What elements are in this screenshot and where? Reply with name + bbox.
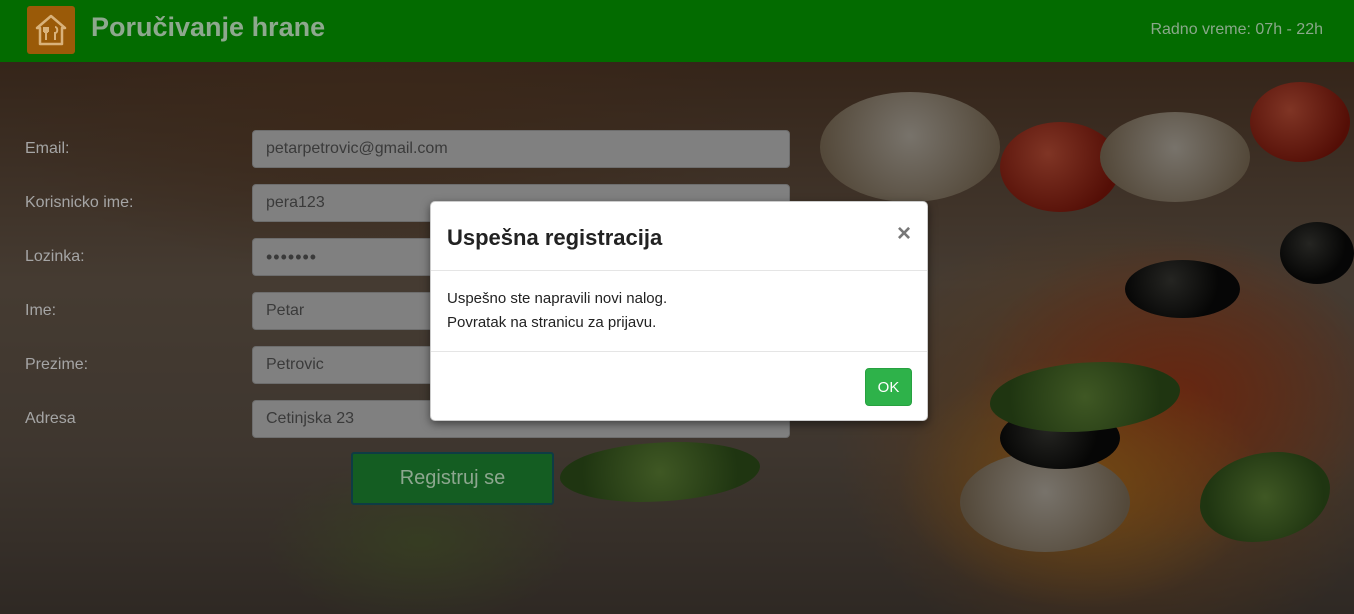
restaurant-logo-icon[interactable]: [27, 6, 75, 54]
modal-header: Uspešna registracija ×: [431, 202, 927, 271]
ok-button[interactable]: OK: [865, 368, 912, 406]
modal-message-line: Povratak na stranicu za prijavu.: [447, 314, 657, 331]
working-hours-text: Radno vreme: 07h - 22h: [1150, 21, 1323, 38]
first-name-label: Ime:: [25, 302, 57, 319]
modal-footer: OK: [431, 351, 927, 421]
modal-title: Uspešna registracija: [447, 225, 663, 250]
form-row-email: Email: petarpetrovic@gmail.com: [0, 130, 800, 168]
last-name-label: Prezime:: [25, 356, 89, 373]
register-button[interactable]: Registruj se: [351, 452, 554, 505]
username-label: Korisnicko ime:: [25, 194, 134, 211]
top-navbar: Poručivanje hrane Radno vreme: 07h - 22h: [0, 0, 1354, 62]
modal-message-line: Uspešno ste napravili novi nalog.: [447, 290, 668, 307]
app-title[interactable]: Poručivanje hrane: [91, 12, 325, 43]
email-label: Email:: [25, 140, 70, 157]
close-icon[interactable]: ×: [897, 220, 911, 248]
modal-body: Uspešno ste napravili novi nalog. Povrat…: [447, 287, 913, 335]
email-field[interactable]: petarpetrovic@gmail.com: [252, 130, 790, 168]
house-fork-icon: [35, 14, 67, 46]
password-label: Lozinka:: [25, 248, 85, 265]
address-label: Adresa: [25, 410, 76, 427]
success-modal: Uspešna registracija × Uspešno ste napra…: [430, 201, 928, 421]
